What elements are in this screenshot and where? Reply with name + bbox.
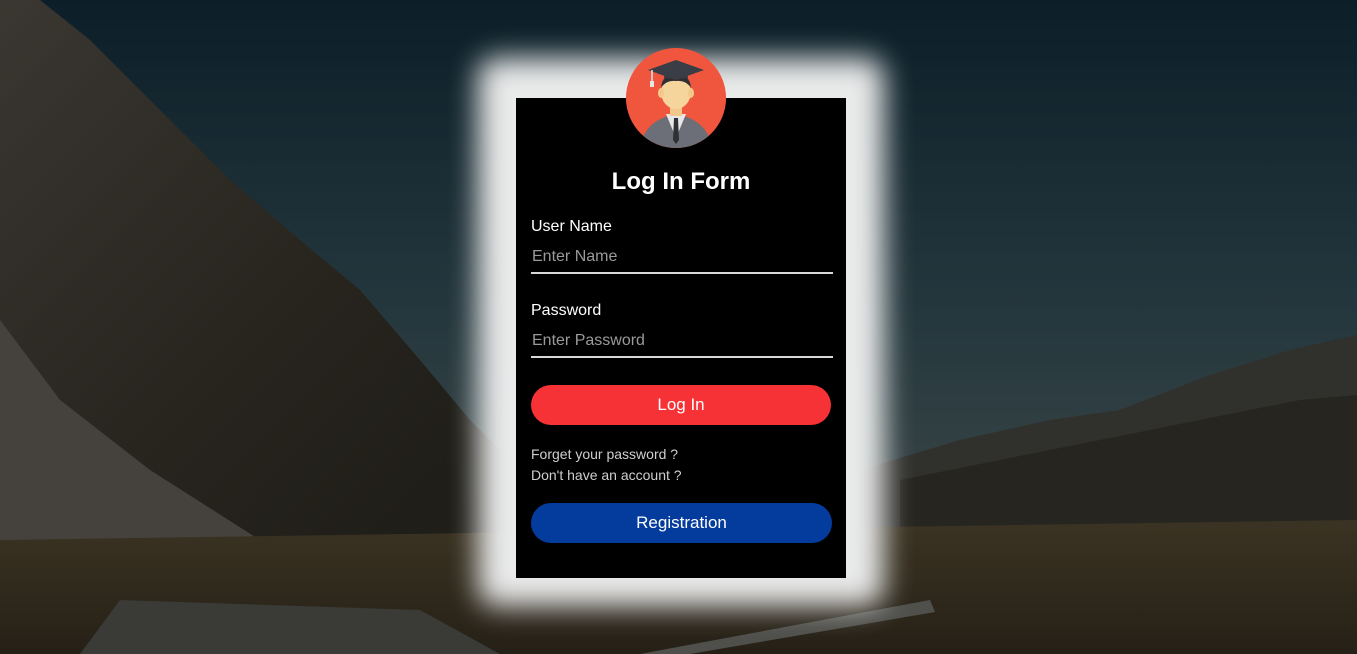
login-page: Log In Form User Name Password Log In Fo… — [0, 0, 1357, 654]
password-label: Password — [531, 302, 602, 319]
graduate-avatar-icon-graphic — [626, 48, 726, 148]
registration-button[interactable]: Registration — [531, 503, 832, 543]
form-title: Log In Form — [611, 168, 751, 195]
login-card: Log In Form User Name Password Log In Fo… — [516, 48, 846, 578]
password-input[interactable] — [531, 326, 833, 358]
login-button[interactable]: Log In — [531, 385, 831, 425]
forgot-password-link[interactable]: Forget your password ? — [531, 446, 678, 462]
graduate-avatar-icon — [626, 48, 726, 148]
no-account-link[interactable]: Don't have an account ? — [531, 467, 682, 483]
username-input[interactable] — [531, 242, 833, 274]
username-label: User Name — [531, 218, 612, 235]
